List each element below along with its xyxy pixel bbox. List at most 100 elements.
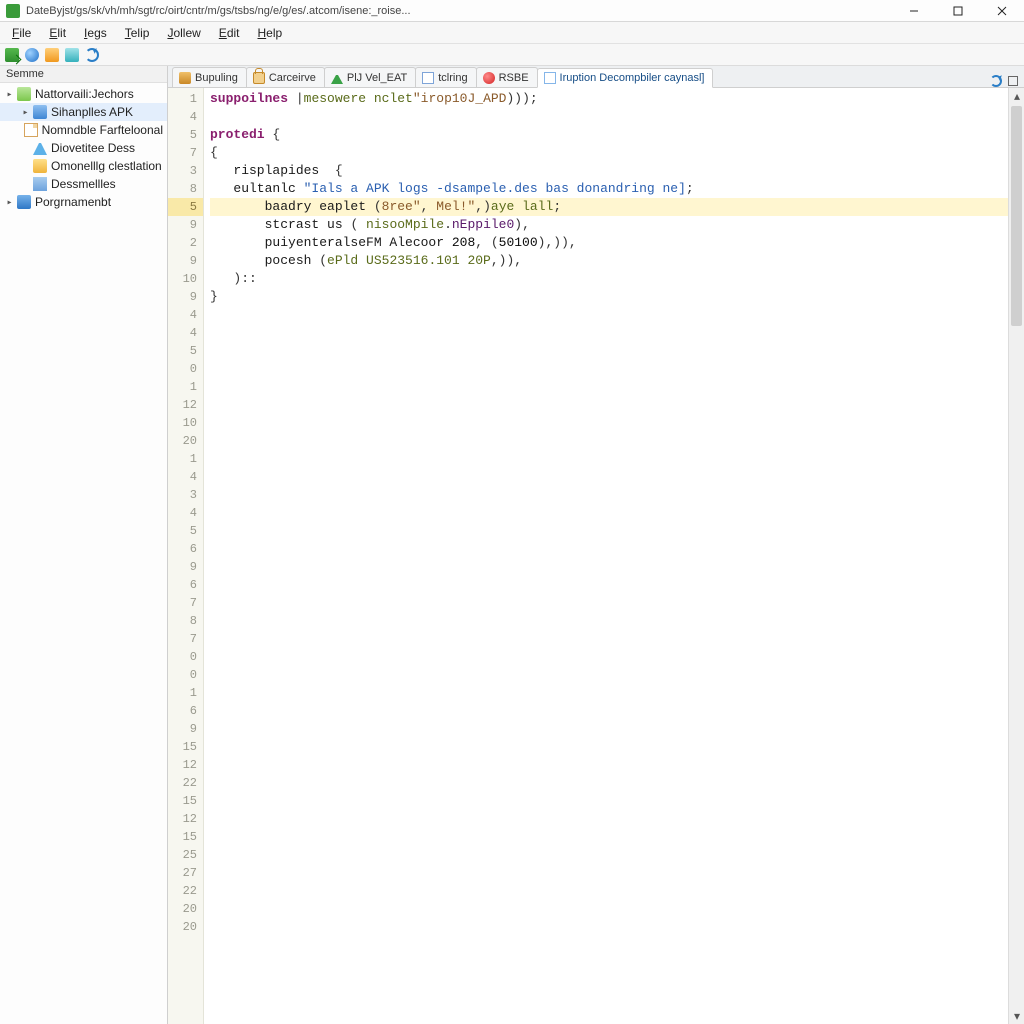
code-line[interactable] [210,882,1008,900]
code-line[interactable] [210,702,1008,720]
gutter-line: 3 [168,162,197,180]
editor-tab-4[interactable]: RSBE [476,67,538,87]
code-line[interactable]: { [210,144,1008,162]
code-line[interactable] [210,522,1008,540]
code-line[interactable]: eultanlc "Ials a APK logs -dsampele.des … [210,180,1008,198]
editor-tab-1[interactable]: Carceirve [246,67,325,87]
code-line[interactable]: puiyenteralseFM Alecoor 208, (50100),)), [210,234,1008,252]
code-editor[interactable]: 1457385929109445011210201434569678700169… [168,88,1024,1024]
code-line[interactable] [210,594,1008,612]
lock-icon [253,72,265,84]
editor-tab-3[interactable]: tclring [415,67,476,87]
tree-item-3[interactable]: Diovetitee Dess [0,139,167,157]
code-line[interactable] [210,342,1008,360]
code-line[interactable]: stcrast us ( nisooMpile.nEppile0), [210,216,1008,234]
tree-expander-icon[interactable]: ▸ [4,89,15,100]
tree-item-6[interactable]: ▸Porgrnamenbt [0,193,167,211]
gutter-line: 6 [168,576,197,594]
box-icon [179,72,191,84]
code-line[interactable] [210,558,1008,576]
code-line[interactable] [210,306,1008,324]
gutter-line: 5 [168,198,203,216]
menu-file[interactable]: File [4,24,39,42]
code-line[interactable]: } [210,288,1008,306]
code-content[interactable]: suppoilnes |mesowere nclet"irop10J_APD))… [204,88,1008,1024]
code-line[interactable] [210,918,1008,936]
menu-iegs[interactable]: Iegs [76,24,115,42]
menu-elit[interactable]: Elit [41,24,74,42]
main-area: Semme ▸Nattorvaili:Jechors▸Sihanplles AP… [0,66,1024,1024]
code-line[interactable] [210,756,1008,774]
maximize-button[interactable] [936,0,980,21]
code-line[interactable] [210,900,1008,918]
tree-expander-icon[interactable]: ▸ [4,197,15,208]
code-line[interactable] [210,828,1008,846]
code-line[interactable] [210,378,1008,396]
tree-item-4[interactable]: Omonelllg clestlation [0,157,167,175]
globe-button[interactable] [24,47,40,63]
tree-item-0[interactable]: ▸Nattorvaili:Jechors [0,85,167,103]
menu-jollew[interactable]: Jollew [159,24,208,42]
editor-tab-0[interactable]: Bupuling [172,67,247,87]
code-line[interactable] [210,666,1008,684]
code-line[interactable] [210,324,1008,342]
code-line[interactable] [210,432,1008,450]
tree-item-5[interactable]: Dessmellles [0,175,167,193]
scroll-up-icon[interactable]: ▴ [1009,88,1024,104]
refresh-button[interactable] [84,47,100,63]
code-line[interactable]: risplapides { [210,162,1008,180]
close-button[interactable] [980,0,1024,21]
code-line[interactable]: suppoilnes |mesowere nclet"irop10J_APD))… [210,90,1008,108]
gutter-line: 6 [168,540,197,558]
gutter-line: 0 [168,360,197,378]
refresh-icon[interactable] [990,75,1002,87]
menu-telip[interactable]: Telip [117,24,158,42]
gutter-line: 1 [168,684,197,702]
menu-edit[interactable]: Edit [211,24,248,42]
code-line[interactable] [210,846,1008,864]
code-line[interactable] [210,810,1008,828]
open-button[interactable] [64,47,80,63]
tree-item-label: Nomndble Farfteloonal [42,123,163,137]
menu-help[interactable]: Help [250,24,291,42]
code-line[interactable] [210,486,1008,504]
code-line[interactable] [210,360,1008,378]
code-line[interactable] [210,612,1008,630]
code-line[interactable] [210,504,1008,522]
code-line[interactable] [210,774,1008,792]
code-line[interactable] [210,630,1008,648]
code-line[interactable] [210,450,1008,468]
scrollbar-thumb[interactable] [1011,106,1022,326]
code-line[interactable] [210,738,1008,756]
code-line[interactable]: pocesh (ePld US523516.101 20P,)), [210,252,1008,270]
tab-label: Iruption Decompbiler caynasl] [560,72,705,84]
gutter-line: 0 [168,666,197,684]
scroll-down-icon[interactable]: ▾ [1009,1008,1024,1024]
code-line[interactable] [210,720,1008,738]
editor-tab-2[interactable]: PlJ Vel_EAT [324,67,416,87]
import-button[interactable] [4,47,20,63]
vertical-scrollbar[interactable]: ▴ ▾ [1008,88,1024,1024]
code-line[interactable] [210,414,1008,432]
code-line[interactable] [210,468,1008,486]
code-line[interactable]: protedi { [210,126,1008,144]
green-import-icon [5,48,19,62]
maximize-editor-icon[interactable] [1008,76,1018,86]
tree-item-1[interactable]: ▸Sihanplles APK [0,103,167,121]
code-line[interactable] [210,864,1008,882]
tree-item-2[interactable]: Nomndble Farfteloonal [0,121,167,139]
editor-tab-5[interactable]: Iruption Decompbiler caynasl] [537,68,714,88]
code-line[interactable] [210,540,1008,558]
code-line[interactable] [210,648,1008,666]
code-line[interactable] [210,108,1008,126]
minimize-button[interactable] [892,0,936,21]
code-line[interactable] [210,576,1008,594]
code-line[interactable] [210,792,1008,810]
tree-expander-icon[interactable]: ▸ [20,107,31,118]
code-line[interactable] [210,396,1008,414]
newdoc-button[interactable] [44,47,60,63]
code-line[interactable]: ):: [210,270,1008,288]
code-line[interactable] [210,684,1008,702]
project-tree[interactable]: ▸Nattorvaili:Jechors▸Sihanplles APK Nomnd… [0,83,167,213]
code-line[interactable]: baadry eaplet (8ree", Mel!",)aye lall; [210,198,1008,216]
